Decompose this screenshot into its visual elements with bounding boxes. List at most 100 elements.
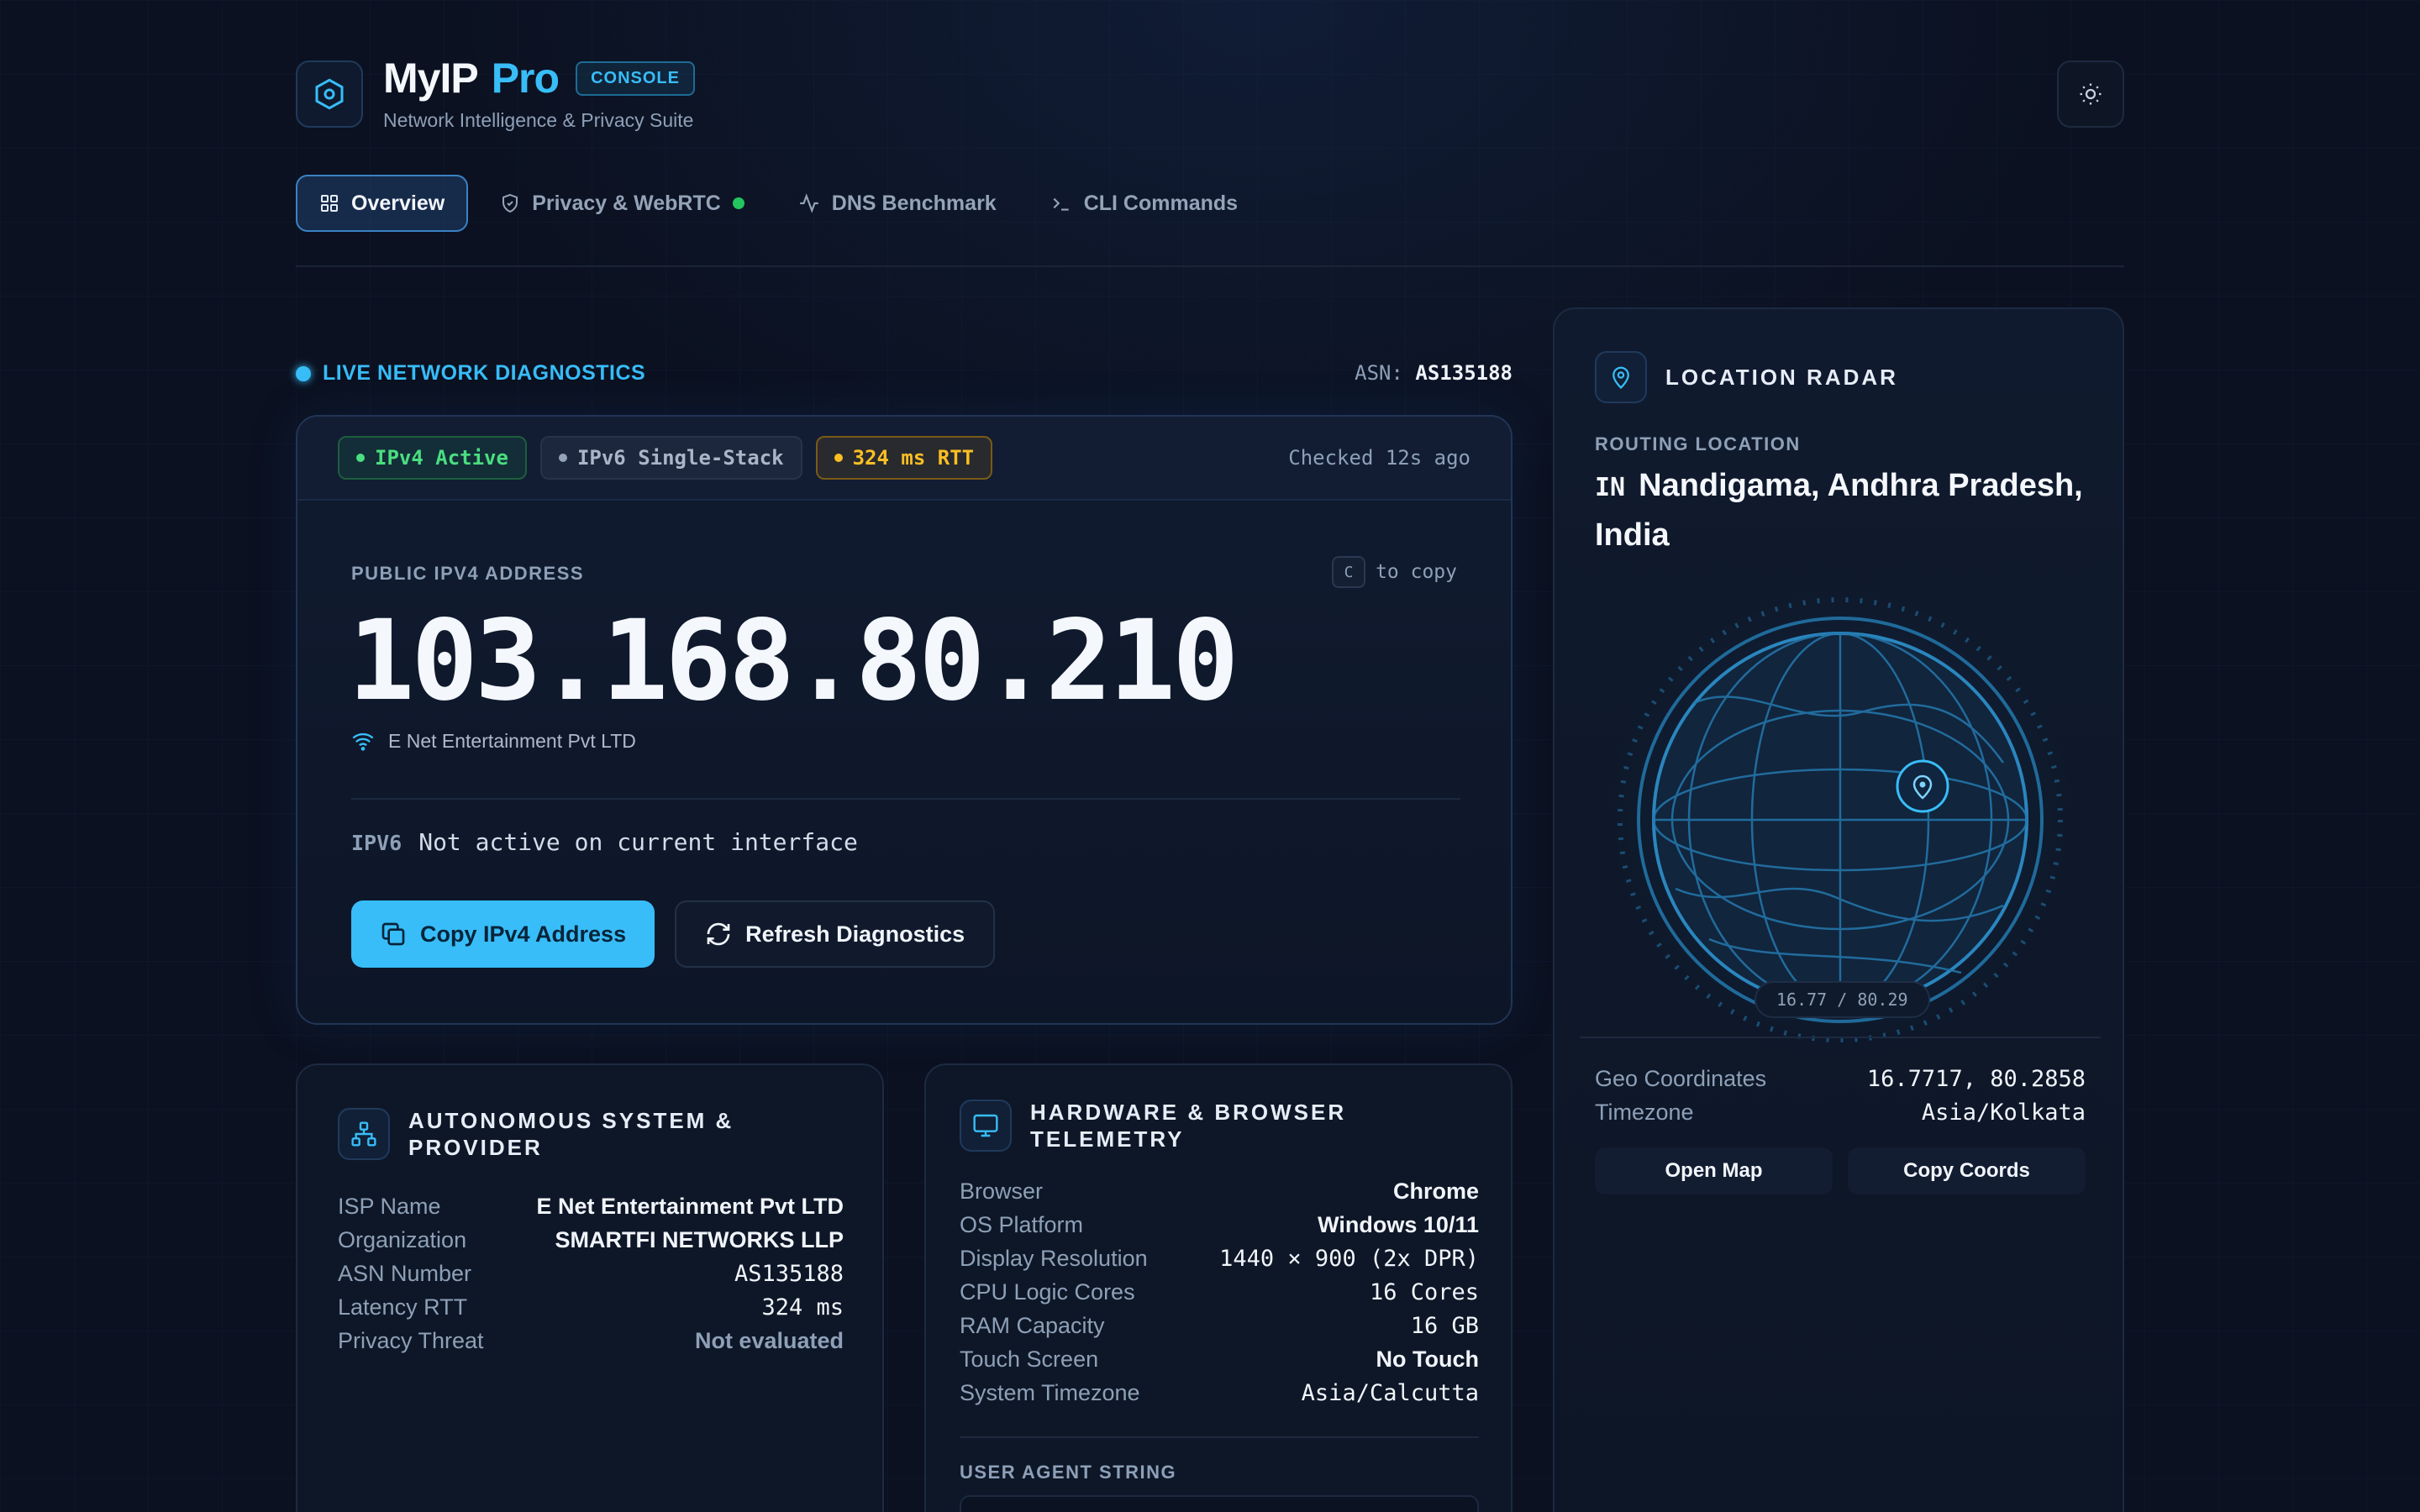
- brand-name: MyIP: [383, 55, 479, 102]
- kv-value: Asia/Kolkata: [1921, 1099, 2086, 1126]
- kv-row-system-timezone: System Timezone Asia/Calcutta: [960, 1376, 1479, 1410]
- tab-label: DNS Benchmark: [831, 191, 997, 215]
- card-title: LOCATION RADAR: [1665, 365, 1898, 390]
- kv-value: Windows 10/11: [1318, 1211, 1479, 1237]
- pill-label: 324 ms RTT: [852, 446, 975, 470]
- grid-icon: [321, 195, 338, 212]
- kv-row-geo-coordinates: Geo Coordinates 16.7717, 80.2858: [1595, 1062, 2086, 1095]
- location-actions: Open Map Copy Coords: [1595, 1147, 2086, 1194]
- tab-label: CLI Commands: [1083, 191, 1239, 215]
- kv-row-timezone: Timezone Asia/Kolkata: [1595, 1095, 2086, 1129]
- hexagon-logo-icon: [315, 78, 344, 110]
- tab-privacy-webrtc[interactable]: Privacy & WebRTC: [478, 175, 766, 232]
- terminal-icon: [1053, 197, 1069, 211]
- kv-value: Not evaluated: [694, 1327, 844, 1353]
- last-checked: Checked 12s ago: [1288, 446, 1470, 470]
- copy-icon: [381, 922, 405, 946]
- kv-row-isp-name: ISP Name E Net Entertainment Pvt LTD: [338, 1189, 844, 1223]
- kv-value: Chrome: [1392, 1178, 1479, 1204]
- console-badge: CONSOLE: [576, 60, 695, 96]
- kv-row-os-platform: OS Platform Windows 10/11: [960, 1208, 1479, 1242]
- ipv6-status-line: IPV6 Not active on current interface: [351, 828, 858, 856]
- location-icon-box: [1595, 351, 1647, 403]
- asn-label: ASN:: [1355, 361, 1403, 385]
- theme-toggle-button[interactable]: [2057, 60, 2124, 128]
- pill-label: IPv6 Single-Stack: [576, 446, 784, 470]
- shield-icon: [502, 193, 518, 213]
- live-indicator-dot: [296, 365, 311, 381]
- keyboard-key: C: [1332, 556, 1366, 588]
- copy-hint-text: to copy: [1376, 561, 1457, 583]
- kv-value: 324 ms: [761, 1294, 844, 1320]
- kv-value: 16 GB: [1410, 1312, 1479, 1339]
- ip-card-status-bar: IPv4 Active IPv6 Single-Stack 324 ms RTT…: [297, 417, 1511, 501]
- place-line: India: [1595, 517, 1670, 553]
- tab-overview[interactable]: Overview: [296, 175, 469, 232]
- live-diagnostics-label: LIVE NETWORK DIAGNOSTICS: [296, 361, 645, 386]
- kv-value: Asia/Calcutta: [1301, 1379, 1479, 1406]
- divider: [1580, 1037, 2101, 1038]
- kv-key: Touch Screen: [960, 1346, 1099, 1372]
- status-dot: [356, 454, 365, 462]
- tab-label: Privacy & WebRTC: [532, 191, 721, 215]
- brand-pro: Pro: [491, 55, 560, 102]
- refresh-icon: [707, 922, 730, 946]
- kv-key: Timezone: [1595, 1099, 1694, 1125]
- kv-key: ASN Number: [338, 1260, 472, 1286]
- activity-icon: [799, 193, 818, 213]
- place-line: Nandigama, Andhra Pradesh,: [1639, 468, 2083, 503]
- tab-cli-commands[interactable]: CLI Commands: [1028, 175, 1260, 232]
- title-line: TELEMETRY: [1030, 1126, 1185, 1152]
- divider: [960, 1436, 1479, 1438]
- copy-coords-button[interactable]: Copy Coords: [1848, 1147, 2086, 1194]
- pill-label: IPv4 Active: [375, 446, 508, 470]
- tab-dns-benchmark[interactable]: DNS Benchmark: [776, 175, 1018, 232]
- title-line: AUTONOMOUS SYSTEM &: [408, 1108, 734, 1133]
- kv-key: RAM Capacity: [960, 1312, 1105, 1338]
- ipv6-label: IPV6: [351, 831, 402, 855]
- kv-key: OS Platform: [960, 1211, 1084, 1237]
- ip-actions: Copy IPv4 Address Refresh Diagnostics: [351, 900, 996, 968]
- open-map-button[interactable]: Open Map: [1595, 1147, 1833, 1194]
- kv-value: SMARTFI NETWORKS LLP: [555, 1226, 844, 1252]
- monitor-icon: [973, 1114, 998, 1137]
- kv-key: Privacy Threat: [338, 1327, 484, 1353]
- tagline: Network Intelligence & Privacy Suite: [383, 109, 694, 131]
- kv-key: Geo Coordinates: [1595, 1065, 1767, 1091]
- user-agent-field[interactable]: [960, 1495, 1479, 1512]
- public-ip-address[interactable]: 103.168.80.210: [348, 596, 1239, 726]
- button-label: Copy IPv4 Address: [420, 921, 627, 947]
- refresh-diagnostics-button[interactable]: Refresh Diagnostics: [675, 900, 996, 968]
- kv-value: AS135188: [734, 1260, 844, 1287]
- map-pin-icon: [1612, 366, 1629, 390]
- status-dot: [558, 454, 567, 462]
- kv-value: 1440 × 900 (2x DPR): [1219, 1245, 1479, 1272]
- logo: [296, 60, 363, 128]
- kv-value: 16.7717, 80.2858: [1866, 1065, 2086, 1092]
- brand: MyIP Pro CONSOLE: [383, 54, 695, 102]
- kv-row-cpu-cores: CPU Logic Cores 16 Cores: [960, 1275, 1479, 1309]
- kv-key: CPU Logic Cores: [960, 1278, 1135, 1305]
- monitor-icon-box: [960, 1100, 1012, 1152]
- divider: [351, 798, 1460, 800]
- kv-row-asn-number: ASN Number AS135188: [338, 1257, 844, 1290]
- kv-row-touch-screen: Touch Screen No Touch: [960, 1342, 1479, 1376]
- kv-row-ram: RAM Capacity 16 GB: [960, 1309, 1479, 1342]
- button-label: Refresh Diagnostics: [745, 921, 965, 947]
- coordinate-badge: 16.77 / 80.29: [1754, 981, 1930, 1018]
- kv-row-organization: Organization SMARTFI NETWORKS LLP: [338, 1223, 844, 1257]
- copy-ipv4-button[interactable]: Copy IPv4 Address: [351, 900, 655, 968]
- kv-key: System Timezone: [960, 1379, 1140, 1405]
- network-tree-icon: [351, 1121, 376, 1147]
- kv-value: E Net Entertainment Pvt LTD: [536, 1193, 844, 1219]
- user-agent-label: USER AGENT STRING: [960, 1462, 1177, 1483]
- copy-shortcut-hint: C to copy: [1332, 556, 1457, 588]
- autonomous-system-card: AUTONOMOUS SYSTEM & PROVIDER ISP Name E N…: [296, 1063, 884, 1512]
- wifi-icon: [352, 732, 374, 751]
- asys-details: ISP Name E Net Entertainment Pvt LTD Orga…: [338, 1189, 844, 1357]
- kv-row-privacy-threat: Privacy Threat Not evaluated: [338, 1324, 844, 1357]
- tab-label: Overview: [351, 191, 445, 215]
- status-dot: [834, 454, 843, 462]
- kv-row-display-resolution: Display Resolution 1440 × 900 (2x DPR): [960, 1242, 1479, 1275]
- live-label-text: LIVE NETWORK DIAGNOSTICS: [323, 361, 646, 385]
